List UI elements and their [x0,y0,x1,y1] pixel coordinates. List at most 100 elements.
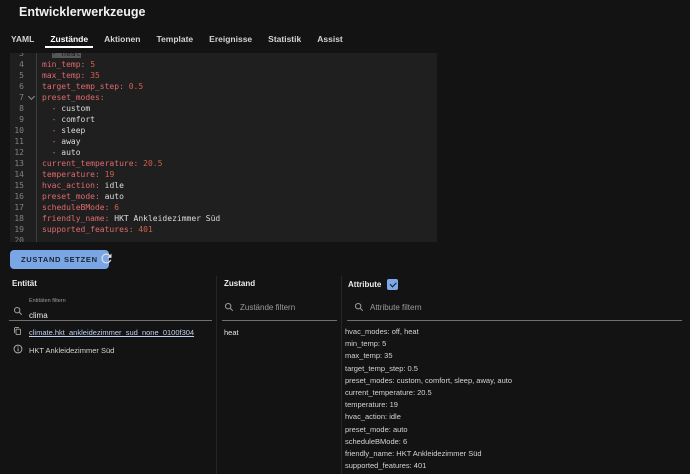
editor-line[interactable]: 8 - custom [10,103,437,114]
column-header-entity-label: Entität [12,279,37,288]
attribute-line: hvac_action: idle [345,411,685,423]
line-number: 13 [10,158,37,169]
code-text: target_temp_step: 0.5 [37,81,143,92]
entity-filter-label: Entitäten filtern [29,298,169,304]
editor-line[interactable]: 20 [10,235,437,242]
code-text: preset_mode: auto [37,191,124,202]
line-number: 11 [10,136,37,147]
line-number: 17 [10,202,37,213]
line-number: 18 [10,213,37,224]
attributes-cell: hvac_modes: off, heatmin_temp: 5max_temp… [345,326,685,472]
editor-line[interactable]: 10 - sleep [10,125,437,136]
attribute-line: target_temp_step: 0.5 [345,363,685,375]
code-text: - away [37,136,81,147]
editor-line[interactable]: 19supported_features: 401 [10,224,437,235]
editor-line[interactable]: 11 - away [10,136,437,147]
entity-state: heat [224,328,239,337]
code-text: - custom [37,103,90,114]
column-divider [216,276,217,474]
editor-line[interactable]: 5max_temp: 35 [10,70,437,81]
editor-line[interactable]: 14temperature: 19 [10,169,437,180]
attribute-line: preset_mode: auto [345,424,685,436]
editor-line[interactable]: 9 - comfort [10,114,437,125]
code-text: max_temp: 35 [37,70,100,81]
attribute-line: min_temp: 5 [345,338,685,350]
search-icon [224,302,234,312]
code-text: hvac_action: idle [37,180,124,191]
attribute-line: preset_modes: custom, comfort, sleep, aw… [345,375,685,387]
attribute-line: hvac_modes: off, heat [345,326,685,338]
set-state-button[interactable]: ZUSTAND SETZEN [10,250,109,269]
page-title: Entwicklerwerkzeuge [19,5,145,19]
attributes-checkbox[interactable] [387,279,398,290]
code-text: preset_modes: [37,92,105,103]
tab-aktionen[interactable]: Aktionen [96,30,148,48]
tab-template[interactable]: Template [148,30,201,48]
editor-line[interactable]: 12 - auto [10,147,437,158]
filter-underline [222,320,337,321]
editor-line[interactable]: 4min_temp: 5 [10,59,437,70]
column-divider [341,276,342,474]
editor-line[interactable]: 6target_temp_step: 0.5 [10,81,437,92]
editor-line[interactable]: 16preset_mode: auto [10,191,437,202]
tab-statistik[interactable]: Statistik [260,30,309,48]
column-header-attributes-label: Attribute [348,280,381,289]
editor-lines: 3 - heat4min_temp: 55max_temp: 356target… [10,53,437,242]
line-number: 14 [10,169,37,180]
filter-underline [347,320,682,321]
attribute-line: supported_features: 401 [345,460,685,472]
line-number: 6 [10,81,37,92]
column-header-entity: Entität [12,279,37,288]
line-number: 10 [10,125,37,136]
code-text [37,235,42,242]
editor-line[interactable]: 15hvac_action: idle [10,180,437,191]
code-text: - sleep [37,125,85,136]
entity-friendly-name: HKT Ankleidezimmer Süd [29,346,114,355]
code-text: - comfort [37,114,95,125]
refresh-icon[interactable] [99,251,114,266]
line-number: 19 [10,224,37,235]
tab-yaml[interactable]: YAML [3,30,42,48]
code-text: min_temp: 5 [37,59,95,70]
attribute-line: temperature: 19 [345,399,685,411]
code-text: current_temperature: 20.5 [37,158,162,169]
attribute-line: friendly_name: HKT Ankleidezimmer Süd [345,448,685,460]
entity-filter-input[interactable] [29,311,169,320]
tab-assist[interactable]: Assist [309,30,351,48]
line-number: 9 [10,114,37,125]
column-header-state: Zustand [224,279,255,288]
state-filter [224,302,330,312]
editor-line[interactable]: 18friendly_name: HKT Ankleidezimmer Süd [10,213,437,224]
line-number: 12 [10,147,37,158]
filter-underline [9,320,212,321]
tab-ereignisse[interactable]: Ereignisse [201,30,260,48]
code-text: scheduleBMode: 6 [37,202,119,213]
attribute-filter [354,302,660,312]
editor-line[interactable]: 13current_temperature: 20.5 [10,158,437,169]
line-number: 20 [10,235,37,242]
code-text: temperature: 19 [37,169,114,180]
column-header-attributes: Attribute [348,279,398,290]
attribute-line: current_temperature: 20.5 [345,387,685,399]
line-number: 15 [10,180,37,191]
fold-chevron-icon[interactable] [28,93,35,100]
info-icon[interactable] [13,344,23,354]
attribute-line: max_temp: 35 [345,350,685,362]
search-icon [354,302,364,312]
state-filter-input[interactable] [240,303,330,312]
line-number: 8 [10,103,37,114]
tab-zustaende[interactable]: Zustände [42,30,96,48]
attribute-line: scheduleBMode: 6 [345,436,685,448]
copy-icon[interactable] [13,326,22,336]
editor-line[interactable]: 17scheduleBMode: 6 [10,202,437,213]
line-number: 5 [10,70,37,81]
entity-id-link[interactable]: climate.hkt_ankleidezimmer_sud_none_0100… [29,328,194,337]
editor-line[interactable]: 7preset_modes: [10,92,437,103]
dev-tools-tabbar: YAML Zustände Aktionen Template Ereignis… [3,30,351,48]
attribute-filter-input[interactable] [370,303,660,312]
code-text: - auto [37,147,81,158]
line-number: 4 [10,59,37,70]
code-text: friendly_name: HKT Ankleidezimmer Süd [37,213,220,224]
line-number: 7 [10,92,37,103]
state-yaml-editor[interactable]: 3 - heat4min_temp: 55max_temp: 356target… [10,53,437,242]
